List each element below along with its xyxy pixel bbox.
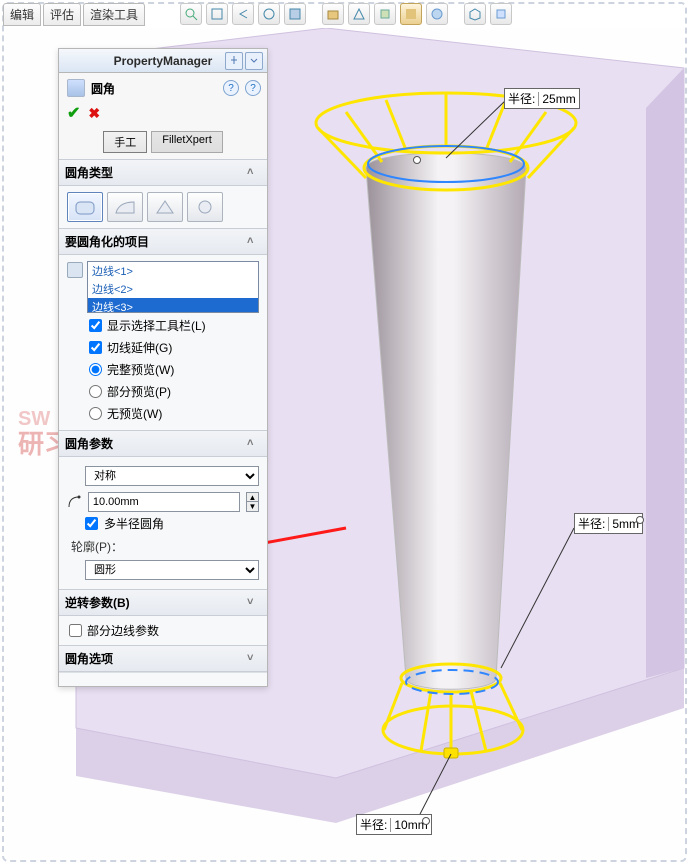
- list-item[interactable]: 边线<2>: [88, 280, 258, 298]
- checkbox-tangent[interactable]: 切线延伸(G): [89, 339, 259, 356]
- perspective-icon[interactable]: [348, 3, 370, 25]
- checkbox-multiradius-label: 多半径圆角: [104, 515, 164, 532]
- list-item[interactable]: 边线<3>: [88, 298, 258, 313]
- checkbox-show-toolbar[interactable]: 显示选择工具栏(L): [89, 317, 259, 334]
- panel-title-text: PropertyManager: [114, 54, 213, 68]
- help-icon[interactable]: ?: [223, 80, 239, 96]
- iso-icon[interactable]: [464, 3, 486, 25]
- fillet-face-icon[interactable]: [147, 192, 183, 222]
- fillet-constant-icon[interactable]: [67, 192, 103, 222]
- handle-mid[interactable]: [636, 516, 644, 524]
- fillet-variable-icon[interactable]: [107, 192, 143, 222]
- checkbox-partial-edge[interactable]: 部分边线参数: [69, 622, 257, 639]
- section-params[interactable]: 圆角参数 ˄: [59, 430, 267, 457]
- section-reverse-label: 逆转参数(B): [65, 594, 130, 611]
- profile-dropdown[interactable]: 圆形: [85, 560, 259, 580]
- callout-radius-mid[interactable]: 半径: 5mm: [574, 513, 643, 534]
- radio-label: 部分预览(P): [107, 383, 171, 400]
- zoom-fit-icon[interactable]: [180, 3, 202, 25]
- expand-icon[interactable]: [245, 52, 263, 70]
- chevron-down-icon: ˅: [247, 652, 261, 666]
- scene-icon[interactable]: [426, 3, 448, 25]
- property-manager-panel: PropertyManager 圆角 ? ? ✔ ✖ 手工 FilletXper…: [58, 48, 268, 687]
- callout-label: 半径:: [578, 515, 608, 532]
- rotate-icon[interactable]: [258, 3, 280, 25]
- shaded-icon[interactable]: [400, 3, 422, 25]
- section-icon[interactable]: [284, 3, 306, 25]
- whatsthis-icon[interactable]: ?: [245, 80, 261, 96]
- zoom-prev-icon[interactable]: [232, 3, 254, 25]
- radius-icon: [67, 494, 82, 510]
- handle-top[interactable]: [413, 156, 421, 164]
- tab-manual[interactable]: 手工: [103, 131, 147, 153]
- checkbox-multiradius[interactable]: [85, 517, 98, 530]
- tab-filletxpert[interactable]: FilletXpert: [151, 131, 223, 153]
- callout-value-mid: 5mm: [608, 517, 639, 531]
- section-reverse[interactable]: 逆转参数(B) ˅: [59, 589, 267, 616]
- cancel-button[interactable]: ✖: [88, 105, 100, 122]
- checkbox-partial-label: 部分边线参数: [87, 622, 159, 639]
- radio-label: 完整预览(W): [107, 361, 174, 378]
- hlr-icon[interactable]: [374, 3, 396, 25]
- chevron-down-icon: ˅: [247, 596, 261, 610]
- display-style-icon[interactable]: [322, 3, 344, 25]
- section-params-label: 圆角参数: [65, 435, 113, 452]
- fillet-feature-icon: [67, 79, 85, 97]
- feature-name: 圆角: [91, 80, 115, 97]
- section-options-label: 圆角选项: [65, 650, 113, 667]
- handle-bottom[interactable]: [422, 817, 430, 825]
- checkbox-label: 切线延伸(G): [107, 339, 172, 356]
- pushpin-icon[interactable]: [225, 52, 243, 70]
- edge-selection-icon[interactable]: [67, 262, 83, 278]
- callout-radius-top[interactable]: 半径: 25mm: [504, 88, 580, 109]
- radio-full-preview[interactable]: 完整预览(W): [89, 361, 259, 378]
- section-fillet-type[interactable]: 圆角类型 ˄: [59, 159, 267, 186]
- mode-tabs: 手工 FilletXpert: [59, 129, 267, 159]
- section-items[interactable]: 要圆角化的项目 ˄: [59, 228, 267, 255]
- section-fillet-type-label: 圆角类型: [65, 164, 113, 181]
- ok-button[interactable]: ✔: [67, 103, 80, 123]
- zoom-area-icon[interactable]: [206, 3, 228, 25]
- feature-header: 圆角 ? ?: [59, 73, 267, 99]
- profile-label: 轮廓(P)：: [67, 532, 259, 557]
- section-options[interactable]: 圆角选项 ˅: [59, 645, 267, 672]
- menu-bar: 编辑 评估 渲染工具: [3, 3, 147, 26]
- callout-value-top: 25mm: [538, 92, 575, 106]
- chevron-up-icon: ˄: [247, 166, 261, 180]
- spinner-buttons[interactable]: ▲ ▼: [246, 492, 259, 512]
- menu-edit[interactable]: 编辑: [3, 3, 41, 26]
- edge-listbox[interactable]: 边线<1> 边线<2> 边线<3>: [87, 261, 259, 313]
- fillet-full-icon[interactable]: [187, 192, 223, 222]
- chevron-up-icon: ˄: [247, 235, 261, 249]
- checkbox-label: 显示选择工具栏(L): [107, 317, 206, 334]
- ok-cancel-row: ✔ ✖: [59, 99, 267, 129]
- view-toolbar: [180, 3, 512, 25]
- callout-label: 半径:: [508, 90, 538, 107]
- radius-input[interactable]: [88, 492, 240, 512]
- section-items-label: 要圆角化的项目: [65, 233, 149, 250]
- fillet-type-buttons: [67, 192, 259, 222]
- chevron-up-icon: ˄: [247, 437, 261, 451]
- list-item[interactable]: 边线<1>: [88, 262, 258, 280]
- radio-label: 无预览(W): [107, 405, 162, 422]
- radio-partial-preview[interactable]: 部分预览(P): [89, 383, 259, 400]
- callout-label: 半径:: [360, 816, 390, 833]
- menu-render[interactable]: 渲染工具: [83, 3, 145, 26]
- symmetric-dropdown[interactable]: 对称: [85, 466, 259, 486]
- callout-radius-bottom[interactable]: 半径: 10mm: [356, 814, 432, 835]
- normal-icon[interactable]: [490, 3, 512, 25]
- panel-title: PropertyManager: [59, 49, 267, 73]
- radio-no-preview[interactable]: 无预览(W): [89, 405, 259, 422]
- menu-evaluate[interactable]: 评估: [43, 3, 81, 26]
